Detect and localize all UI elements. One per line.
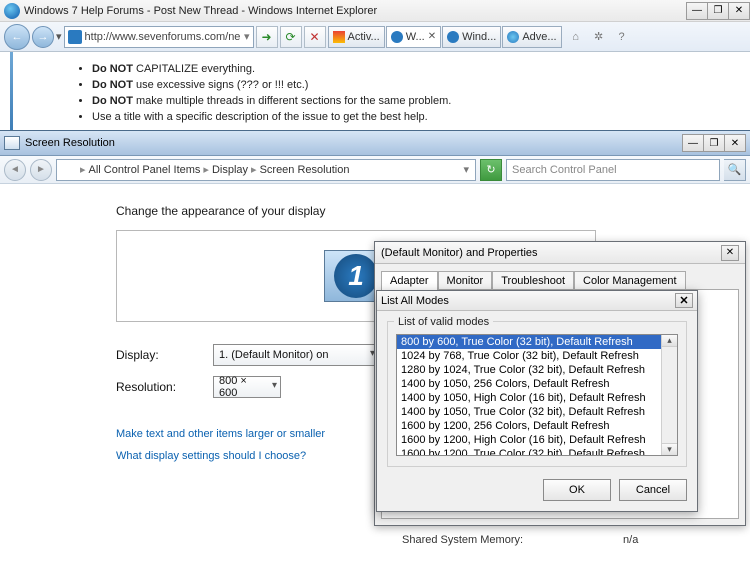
forward-button[interactable]: →: [32, 26, 54, 48]
url-text: http://www.sevenforums.com/ne: [85, 31, 241, 43]
chevron-right-icon: ▸: [80, 163, 86, 176]
tab-label: Wind...: [462, 31, 496, 43]
monitor-icon: [4, 136, 20, 150]
prop-tabs: Adapter Monitor Troubleshoot Color Manag…: [375, 264, 745, 289]
tab-label: Adve...: [522, 31, 556, 43]
list-all-modes-dialog: List All Modes ✕ List of valid modes 800…: [376, 290, 698, 512]
prop-close-button[interactable]: ✕: [721, 245, 739, 261]
help-item: Do NOT make multiple threads in differen…: [92, 94, 451, 110]
list-item[interactable]: 800 by 600, True Color (32 bit), Default…: [397, 335, 677, 349]
ie-favicon-icon: [507, 31, 519, 43]
recent-dropdown-icon[interactable]: ▾: [56, 30, 62, 43]
tab-close-icon[interactable]: ✕: [428, 31, 436, 42]
w7-icon: [447, 31, 459, 43]
monitor-icon: [63, 164, 77, 176]
list-item[interactable]: 1400 by 1050, True Color (32 bit), Defau…: [397, 405, 677, 419]
search-placeholder: Search Control Panel: [512, 164, 617, 176]
display-combobox[interactable]: 1. (Default Monitor) on: [213, 344, 379, 366]
chevron-right-icon: ▸: [203, 163, 209, 176]
resolution-value: 800 × 600: [219, 375, 262, 399]
lam-titlebar[interactable]: List All Modes ✕: [377, 291, 697, 311]
prop-title-text: (Default Monitor) and Properties: [381, 247, 538, 259]
tab-strip: Activ... W...✕ Wind... Adve...: [328, 26, 562, 48]
tab-wind[interactable]: Wind...: [442, 26, 501, 48]
tab-troubleshoot[interactable]: Troubleshoot: [492, 271, 574, 290]
tab-label: Activ...: [348, 31, 380, 43]
stop-button[interactable]: ✕: [304, 26, 326, 48]
ie-navbar: ← → ▾ http://www.sevenforums.com/ne ▾ ➜ …: [0, 22, 750, 52]
list-item[interactable]: 1024 by 768, True Color (32 bit), Defaul…: [397, 349, 677, 363]
close-button[interactable]: ✕: [728, 2, 750, 20]
addr-dropdown-icon[interactable]: ▾: [244, 30, 250, 43]
gmail-icon: [333, 31, 345, 43]
sr-minimize-button[interactable]: —: [682, 134, 704, 152]
monitor-number: 1: [334, 254, 378, 298]
tab-gmail[interactable]: Activ...: [328, 26, 385, 48]
shared-memory-row: Shared System Memory: n/a: [402, 534, 638, 546]
refresh-button[interactable]: ↻: [480, 159, 502, 181]
tab-color-management[interactable]: Color Management: [574, 271, 686, 290]
back-button[interactable]: ←: [4, 24, 30, 50]
help-item: Use a title with a specific description …: [92, 110, 451, 126]
display-label: Display:: [116, 348, 213, 362]
ie-titlebar: Windows 7 Help Forums - Post New Thread …: [0, 0, 750, 22]
list-item[interactable]: 1400 by 1050, 256 Colors, Default Refres…: [397, 377, 677, 391]
address-bar[interactable]: http://www.sevenforums.com/ne ▾: [64, 26, 254, 48]
cancel-button[interactable]: Cancel: [619, 479, 687, 501]
tab-monitor[interactable]: Monitor: [438, 271, 493, 290]
list-item[interactable]: 1400 by 1050, High Color (16 bit), Defau…: [397, 391, 677, 405]
ok-button[interactable]: OK: [543, 479, 611, 501]
page-heading: Change the appearance of your display: [116, 204, 750, 218]
prop-titlebar[interactable]: (Default Monitor) and Properties ✕: [375, 242, 745, 264]
sr-navbar: ◄ ► ▸ All Control Panel Items ▸ Display …: [0, 156, 750, 184]
site-favicon-icon: [68, 30, 82, 44]
sr-close-button[interactable]: ✕: [724, 134, 746, 152]
list-item[interactable]: 1280 by 1024, True Color (32 bit), Defau…: [397, 363, 677, 377]
page-accent: [10, 52, 13, 132]
breadcrumb-dropdown-icon[interactable]: ▾: [463, 163, 469, 176]
list-item[interactable]: 1600 by 1200, True Color (32 bit), Defau…: [397, 447, 677, 456]
modes-listbox[interactable]: 800 by 600, True Color (32 bit), Default…: [396, 334, 678, 456]
breadcrumb[interactable]: ▸ All Control Panel Items ▸ Display ▸ Sc…: [56, 159, 476, 181]
breadcrumb-root[interactable]: All Control Panel Items: [89, 164, 201, 176]
lam-close-button[interactable]: ✕: [675, 293, 693, 308]
lam-title-text: List All Modes: [381, 295, 449, 307]
window-title: Windows 7 Help Forums - Post New Thread …: [24, 5, 377, 17]
help-item: Do NOT CAPITALIZE everything.: [92, 62, 451, 78]
valid-modes-legend: List of valid modes: [394, 316, 493, 328]
scrollbar[interactable]: [661, 335, 677, 455]
sr-forward-button[interactable]: ►: [30, 159, 52, 181]
list-item[interactable]: 1600 by 1200, High Color (16 bit), Defau…: [397, 433, 677, 447]
breadcrumb-leaf[interactable]: Screen Resolution: [260, 164, 350, 176]
valid-modes-group: List of valid modes 800 by 600, True Col…: [387, 321, 687, 467]
w7-icon: [391, 31, 403, 43]
tab-label: W...: [406, 31, 425, 43]
home-icon[interactable]: ⌂: [567, 28, 585, 46]
search-input[interactable]: Search Control Panel: [506, 159, 720, 181]
minimize-button[interactable]: —: [686, 2, 708, 20]
tools-gear-icon[interactable]: ✲: [590, 28, 608, 46]
sr-title-text: Screen Resolution: [25, 137, 115, 149]
refresh-go-button[interactable]: ➜: [256, 26, 278, 48]
display-value: 1. (Default Monitor) on: [219, 349, 328, 361]
chevron-right-icon: ▸: [251, 163, 257, 176]
resolution-label: Resolution:: [116, 380, 213, 394]
maximize-button[interactable]: ❐: [707, 2, 729, 20]
refresh-button[interactable]: ⟳: [280, 26, 302, 48]
tab-w7-active[interactable]: W...✕: [386, 26, 441, 48]
shared-memory-label: Shared System Memory:: [402, 534, 523, 546]
list-item[interactable]: 1600 by 1200, 256 Colors, Default Refres…: [397, 419, 677, 433]
sr-maximize-button[interactable]: ❐: [703, 134, 725, 152]
help-icon[interactable]: ?: [613, 28, 631, 46]
resolution-combobox[interactable]: 800 × 600: [213, 376, 281, 398]
breadcrumb-mid[interactable]: Display: [212, 164, 248, 176]
help-item: Do NOT use excessive signs (??? or !!! e…: [92, 78, 451, 94]
sr-back-button[interactable]: ◄: [4, 159, 26, 181]
tab-adapter[interactable]: Adapter: [381, 271, 438, 290]
search-icon[interactable]: 🔍: [724, 159, 746, 181]
ie-icon: [4, 3, 20, 19]
sr-titlebar: Screen Resolution — ❐ ✕: [0, 131, 750, 156]
tab-adve[interactable]: Adve...: [502, 26, 561, 48]
shared-memory-value: n/a: [623, 534, 638, 546]
